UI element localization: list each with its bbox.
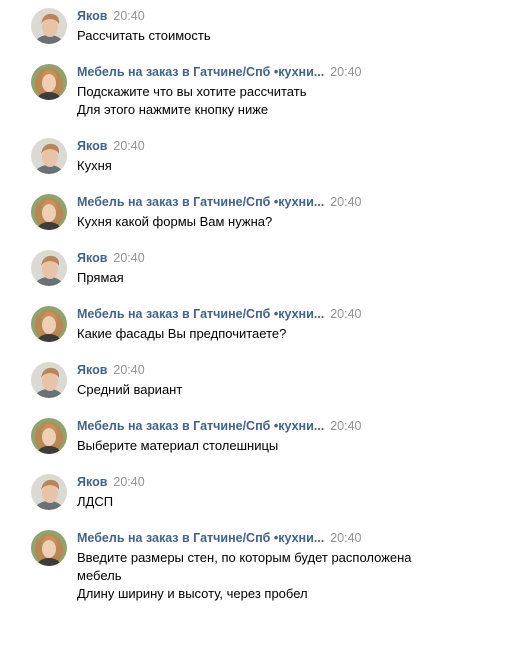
avatar[interactable] [31,418,67,454]
message-time[interactable]: 20:40 [330,419,361,433]
message-text: Кухня [77,158,112,173]
avatar[interactable] [31,64,67,100]
female-avatar-icon [31,194,67,230]
author-name[interactable]: Яков [77,9,107,23]
message-header: Мебель на заказ в Гатчине/Спб •кухни... 2… [77,194,507,210]
male-avatar-icon [31,138,67,174]
message-text: Кухня какой формы Вам нужна? [77,214,273,229]
author-name[interactable]: Мебель на заказ в Гатчине/Спб •кухни... [77,65,324,79]
message-time[interactable]: 20:40 [113,139,144,153]
male-avatar-icon [31,250,67,286]
avatar[interactable] [31,306,67,342]
message-time[interactable]: 20:40 [113,475,144,489]
message-header: Яков 20:40 [77,362,507,378]
message-text: ЛДСП [77,494,114,509]
message-header: Яков 20:40 [77,250,507,266]
message-text: Для этого нажмите кнопку ниже [77,102,269,117]
author-name[interactable]: Яков [77,363,107,377]
female-avatar-icon [31,530,67,566]
message-header: Яков 20:40 [77,8,507,24]
author-name[interactable]: Яков [77,139,107,153]
female-avatar-icon [31,306,67,342]
message-text: Выберите материал столешницы [77,438,279,453]
message-text: Прямая [77,270,124,285]
message-header: Яков 20:40 [77,474,507,490]
avatar[interactable] [31,530,67,566]
female-avatar-icon [31,64,67,100]
message-time[interactable]: 20:40 [113,9,144,23]
female-avatar-icon [31,418,67,454]
message-text: мебель [77,568,122,583]
message-text: Рассчитать стоимость [77,28,211,43]
message-text: Введите размеры стен, по которым будет р… [77,550,412,565]
message-header: Мебель на заказ в Гатчине/Спб •кухни... 2… [77,418,507,434]
author-name[interactable]: Яков [77,475,107,489]
message-time[interactable]: 20:40 [330,307,361,321]
message-header: Мебель на заказ в Гатчине/Спб •кухни... 2… [77,64,507,80]
message-time[interactable]: 20:40 [330,65,361,79]
author-name[interactable]: Мебель на заказ в Гатчине/Спб •кухни... [77,195,324,209]
male-avatar-icon [31,474,67,510]
message-header: Мебель на заказ в Гатчине/Спб •кухни... 2… [77,306,507,322]
message-time[interactable]: 20:40 [330,195,361,209]
message-time[interactable]: 20:40 [113,251,144,265]
message-header: Яков 20:40 [77,138,507,154]
avatar[interactable] [31,362,67,398]
message-time[interactable]: 20:40 [113,363,144,377]
author-name[interactable]: Яков [77,251,107,265]
avatar[interactable] [31,138,67,174]
avatar[interactable] [31,8,67,44]
message-text: Средний вариант [77,382,183,397]
message-text: Длину ширину и высоту, через пробел [77,586,308,601]
avatar[interactable] [31,250,67,286]
male-avatar-icon [31,362,67,398]
avatar[interactable] [31,194,67,230]
author-name[interactable]: Мебель на заказ в Гатчине/Спб •кухни... [77,419,324,433]
author-name[interactable]: Мебель на заказ в Гатчине/Спб •кухни... [77,307,324,321]
author-name[interactable]: Мебель на заказ в Гатчине/Спб •кухни... [77,531,324,545]
message-text: Подскажите что вы хотите рассчитать [77,84,307,99]
message-header: Мебель на заказ в Гатчине/Спб •кухни... 2… [77,530,507,546]
male-avatar-icon [31,8,67,44]
message-time[interactable]: 20:40 [330,531,361,545]
avatar[interactable] [31,474,67,510]
message-text: Какие фасады Вы предпочитаете? [77,326,287,341]
